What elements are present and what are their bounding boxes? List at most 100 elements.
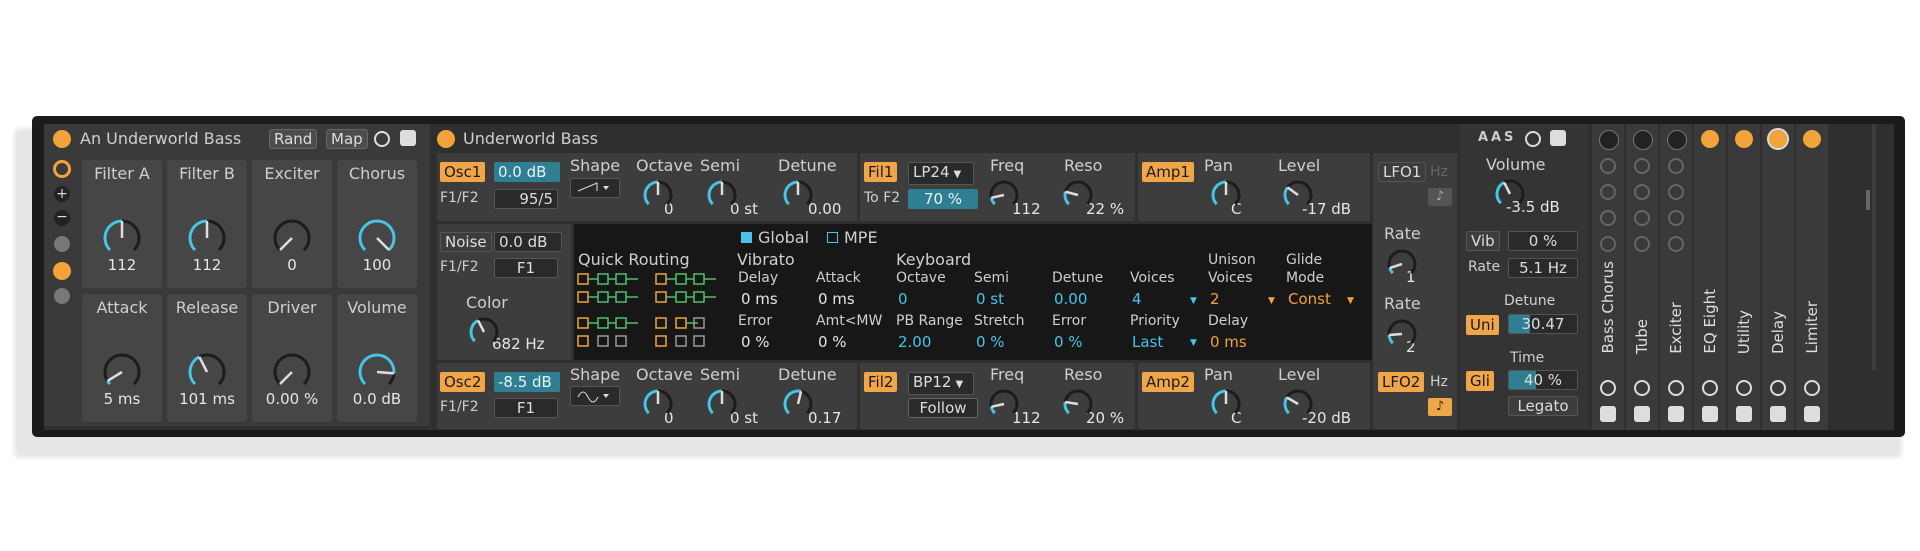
macro-knob[interactable] [101, 217, 143, 259]
device-hot-swap-icon[interactable] [1702, 380, 1718, 396]
legato-button[interactable]: Legato [1508, 396, 1578, 416]
fil1-reso-knob[interactable] [1061, 178, 1095, 212]
device-power-button[interactable] [1767, 128, 1789, 150]
synth-save-preset-icon[interactable] [1550, 130, 1566, 146]
macro-knob[interactable] [356, 217, 398, 259]
snapshot-icon[interactable] [54, 236, 70, 252]
gli-toggle[interactable]: Gli [1466, 371, 1494, 391]
osc1-shape-select[interactable] [570, 178, 620, 198]
stretch-value[interactable]: 0 % [976, 333, 1005, 351]
osc2-octave-knob[interactable] [641, 387, 675, 421]
device-macro-icon[interactable] [1600, 158, 1616, 174]
macro-knob[interactable] [186, 217, 228, 259]
device-list-icon[interactable] [54, 288, 70, 304]
amp1-level-knob[interactable] [1281, 178, 1315, 212]
fil1-tof2-value[interactable]: 70 % [908, 189, 978, 209]
osc1-toggle[interactable]: Osc1 [440, 162, 486, 182]
amt-mw-value[interactable]: 0 % [818, 333, 847, 351]
device-hot-swap-icon[interactable] [1668, 380, 1684, 396]
lfo2-toggle[interactable]: LFO2 [1378, 372, 1425, 392]
fil2-type-select[interactable]: BP12 ▼ [908, 372, 974, 395]
osc2-detune-knob[interactable] [781, 387, 815, 421]
remove-macro-icon[interactable]: − [54, 210, 70, 226]
lfo1-rate-knob[interactable] [1385, 247, 1419, 281]
device-hot-swap-icon[interactable] [1736, 380, 1752, 396]
lfo1-hz-button[interactable]: Hz [1430, 164, 1448, 180]
global-tab[interactable]: Global [758, 228, 809, 247]
lfo2-rate-knob[interactable] [1385, 317, 1419, 351]
vibrato-delay-value[interactable]: 0 ms [741, 290, 778, 308]
device-list-icon[interactable] [1668, 236, 1684, 252]
device-bass-chorus[interactable]: Bass Chorus [1592, 124, 1624, 430]
keyboard-octave-value[interactable]: 0 [898, 290, 908, 308]
lfo1-toggle[interactable]: LFO1 [1378, 162, 1427, 182]
keyboard-semi-value[interactable]: 0 st [976, 290, 1004, 308]
osc2-gain[interactable]: -8.5 dB [494, 372, 560, 392]
device-snapshot-icon[interactable] [1668, 184, 1684, 200]
noise-f1f2-value[interactable]: F1 [494, 258, 558, 278]
osc1-f1f2-value[interactable]: 95/5 [494, 189, 558, 209]
fil1-type-select[interactable]: LP24 ▼ [908, 162, 974, 185]
amp1-pan-knob[interactable] [1209, 178, 1243, 212]
amp2-level-knob[interactable] [1281, 387, 1315, 421]
device-chain-icon[interactable] [1600, 210, 1616, 226]
synth-power-button[interactable] [437, 130, 455, 148]
device-list-icon[interactable] [1600, 236, 1616, 252]
unison-voices-value[interactable]: 2 [1210, 290, 1220, 308]
macro-knob[interactable] [186, 351, 228, 393]
device-save-icon[interactable] [1770, 406, 1786, 422]
device-eq-eight[interactable]: EQ Eight [1694, 124, 1726, 430]
mpe-indicator[interactable] [827, 232, 838, 243]
noise-gain[interactable]: 0.0 dB [494, 232, 562, 252]
unison-delay-value[interactable]: 0 ms [1210, 333, 1247, 351]
device-power-button[interactable] [1667, 130, 1687, 150]
rack-power-button[interactable] [53, 130, 71, 148]
device-hot-swap-icon[interactable] [1804, 380, 1820, 396]
chain-list-icon[interactable] [53, 262, 71, 280]
keyboard-error-value[interactable]: 0 % [1054, 333, 1083, 351]
device-save-icon[interactable] [1804, 406, 1820, 422]
fil2-freq-knob[interactable] [987, 387, 1021, 421]
device-chain-icon[interactable] [1668, 210, 1684, 226]
uni-toggle[interactable]: Uni [1466, 315, 1499, 335]
volume-knob[interactable] [1493, 177, 1527, 211]
noise-toggle[interactable]: Noise [440, 232, 492, 252]
device-power-button[interactable] [1803, 130, 1821, 148]
fil2-follow-button[interactable]: Follow [908, 398, 978, 418]
device-chain-icon[interactable] [1634, 210, 1650, 226]
macro-knob[interactable] [101, 351, 143, 393]
glide-time-value[interactable]: 40 % [1508, 370, 1578, 390]
device-hot-swap-icon[interactable] [1770, 380, 1786, 396]
voices-dropdown-icon[interactable]: ▼ [1190, 296, 1197, 306]
uni-detune-value[interactable]: 30.47 [1508, 314, 1578, 334]
global-indicator[interactable] [741, 232, 752, 243]
macro-knob[interactable] [271, 217, 313, 259]
osc1-detune-knob[interactable] [781, 178, 815, 212]
macro-knob[interactable] [271, 351, 313, 393]
device-power-button[interactable] [1599, 130, 1619, 150]
voices-value[interactable]: 4 [1132, 290, 1142, 308]
osc1-octave-knob[interactable] [641, 178, 675, 212]
fil2-toggle[interactable]: Fil2 [864, 372, 898, 392]
add-macro-icon[interactable]: + [54, 186, 70, 202]
priority-value[interactable]: Last [1132, 333, 1163, 351]
vibrato-error-value[interactable]: 0 % [741, 333, 770, 351]
device-delay[interactable]: Delay [1762, 124, 1794, 430]
save-preset-icon[interactable] [400, 130, 416, 146]
synth-hot-swap-icon[interactable] [1525, 131, 1541, 147]
device-power-button[interactable] [1633, 130, 1653, 150]
vib-rate-value[interactable]: 5.1 Hz [1508, 258, 1578, 278]
noise-color-knob[interactable] [467, 315, 501, 349]
glide-dropdown-icon[interactable]: ▼ [1347, 296, 1354, 306]
osc1-gain[interactable]: 0.0 dB [494, 162, 560, 182]
device-save-icon[interactable] [1736, 406, 1752, 422]
amp1-toggle[interactable]: Amp1 [1142, 162, 1194, 182]
fil1-toggle[interactable]: Fil1 [864, 162, 898, 182]
macro-view-icon[interactable] [53, 160, 71, 178]
osc1-semi-knob[interactable] [705, 178, 739, 212]
device-macro-icon[interactable] [1668, 158, 1684, 174]
vibrato-attack-value[interactable]: 0 ms [818, 290, 855, 308]
device-utility[interactable]: Utility [1728, 124, 1760, 430]
header-letter-s[interactable]: S [1504, 130, 1513, 145]
priority-dropdown-icon[interactable]: ▼ [1190, 338, 1197, 348]
